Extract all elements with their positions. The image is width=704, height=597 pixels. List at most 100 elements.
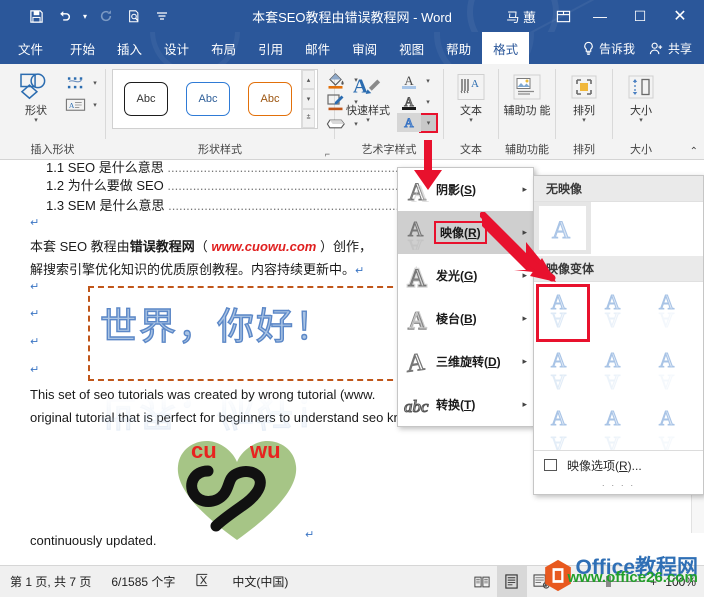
undo-dropdown-caret[interactable]: ▾: [78, 12, 92, 21]
maximize-button[interactable]: ☐: [620, 0, 660, 32]
tab-layout[interactable]: 布局: [200, 32, 247, 64]
share-button[interactable]: 共享: [643, 32, 704, 64]
text-fill-color-bar: [402, 86, 416, 89]
arrange-button[interactable]: 排列 ▾: [560, 68, 608, 124]
tab-references[interactable]: 引用: [247, 32, 294, 64]
save-icon[interactable]: [22, 3, 50, 29]
text-button[interactable]: A 文本 ▾: [448, 68, 494, 124]
wordart-textbox[interactable]: 世界，你好！ 世界，你好！: [88, 286, 413, 434]
draw-textbox-caret-icon[interactable]: ▾: [90, 101, 100, 109]
para-link[interactable]: www.cuowu.com: [211, 239, 316, 254]
arrange-label: 排列: [573, 105, 595, 117]
minimize-button[interactable]: —: [580, 0, 620, 32]
read-mode-button[interactable]: [467, 566, 497, 597]
print-preview-icon[interactable]: [120, 3, 148, 29]
zoom-out-button[interactable]: −: [561, 575, 568, 589]
user-account-name[interactable]: 马 蕙: [496, 7, 546, 26]
proofing-status-icon[interactable]: [185, 573, 222, 590]
size-button[interactable]: 大小 ▾: [617, 68, 665, 124]
reflection-variation-cell[interactable]: AA: [536, 342, 590, 400]
tell-me-button[interactable]: 告诉我: [574, 32, 643, 64]
reflection-variation-cell[interactable]: AA: [590, 342, 644, 400]
word-count[interactable]: 6/1585 个字: [101, 573, 185, 590]
accessibility-button[interactable]: 辅助功 能: [503, 68, 551, 117]
zoom-slider-thumb[interactable]: [605, 576, 611, 587]
tab-mailings[interactable]: 邮件: [294, 32, 341, 64]
reflection-options-item[interactable]: 映像选项(R)...: [534, 451, 703, 479]
text-effects-dropdown-caret[interactable]: ▾: [419, 112, 438, 133]
heart-logo-image[interactable]: cu wu: [172, 436, 302, 546]
tab-insert[interactable]: 插入: [106, 32, 153, 64]
size-caret-icon[interactable]: ▾: [639, 117, 643, 124]
reflection-variations-grid[interactable]: AA AA AA AA AA AA AA AA AA: [534, 282, 703, 458]
menu-resize-grip[interactable]: · · · ·: [534, 480, 703, 490]
reflection-variation-cell[interactable]: AA: [590, 284, 644, 342]
tab-format[interactable]: 格式: [482, 32, 530, 64]
customize-qat-icon[interactable]: [148, 3, 176, 29]
text-caret-icon[interactable]: ▾: [469, 117, 473, 124]
shapes-button[interactable]: 形状 ▾: [10, 68, 62, 124]
toc-line-1: 1.1 SEO 是什么意思 ..........................…: [46, 160, 435, 176]
tab-review[interactable]: 审阅: [341, 32, 388, 64]
text-fill-button[interactable]: A ▾: [397, 70, 436, 91]
no-reflection-cell[interactable]: A: [534, 202, 591, 254]
reflection-gallery-submenu[interactable]: 无映像 A 映像变体 AA AA AA AA AA AA AA A A A A …: [533, 175, 704, 495]
shape-styles-dialog-launcher[interactable]: ⌐: [325, 149, 330, 159]
shape-styles-gallery[interactable]: Abc Abc Abc ▴ ▾ ⩲: [112, 69, 318, 129]
shape-style-thumb[interactable]: Abc: [241, 75, 299, 123]
menu-item-3d-rotation[interactable]: A 三维旋转(D) ▸: [398, 340, 533, 383]
menu-item-shadow[interactable]: AA 阴影(S) ▸: [398, 168, 533, 211]
menu-item-reflection[interactable]: AA 映像(R) ▸: [398, 211, 533, 254]
menu-item-glow[interactable]: AA 发光(G) ▸: [398, 254, 533, 297]
tab-file[interactable]: 文件: [0, 32, 59, 64]
tab-view[interactable]: 视图: [388, 32, 435, 64]
text-effects-button[interactable]: A ▾: [397, 112, 438, 133]
close-button[interactable]: ✕: [660, 0, 700, 32]
quick-styles-button[interactable]: A 快速样式 ▾: [339, 68, 397, 124]
reflection-variation-cell[interactable]: AA: [536, 284, 590, 342]
gallery-scroll-up-icon[interactable]: ▴: [302, 70, 315, 90]
menu-item-bevel[interactable]: AA 棱台(B) ▸: [398, 297, 533, 340]
shape-style-thumb[interactable]: Abc: [179, 75, 237, 123]
zoom-in-button[interactable]: +: [650, 575, 657, 589]
gallery-more-icon[interactable]: ⩲: [302, 108, 315, 128]
paragraph-en-line-3: continuously updated.: [30, 533, 157, 548]
print-layout-button[interactable]: [496, 566, 527, 597]
language-indicator[interactable]: 中文(中国): [222, 573, 298, 590]
draw-textbox-button[interactable]: A ▾: [62, 94, 100, 116]
no-reflection-header: 无映像: [534, 176, 703, 202]
paragraph-cn-line-2: 解搜索引擎优化知识的优质原创教程。内容持续更新中。↵: [30, 259, 364, 278]
text-fill-caret-icon[interactable]: ▾: [421, 77, 435, 85]
shapes-caret-icon[interactable]: ▾: [34, 117, 38, 124]
collapse-ribbon-icon[interactable]: ⌃: [690, 146, 698, 157]
edit-shape-button[interactable]: ▾: [62, 72, 100, 94]
group-label-shape-styles: 形状样式: [198, 144, 242, 156]
menu-item-transform[interactable]: abc 转换(T) ▸: [398, 383, 533, 426]
undo-icon[interactable]: [50, 3, 78, 29]
svg-text:A: A: [353, 76, 368, 98]
zoom-slider[interactable]: [572, 576, 645, 587]
quick-styles-caret-icon[interactable]: ▾: [366, 117, 370, 124]
group-label-arrange: 排列: [573, 144, 595, 156]
text-effects-dropdown-menu[interactable]: AA 阴影(S) ▸ AA 映像(R) ▸ AA 发光(G) ▸ AA 棱台(B…: [397, 167, 534, 427]
reflection-variation-cell[interactable]: AA: [644, 284, 698, 342]
text-outline-button[interactable]: A ▾: [397, 91, 436, 112]
gallery-scroll-down-icon[interactable]: ▾: [302, 89, 315, 109]
toc-line-2: 1.2 为什么要做 SEO ..........................…: [46, 175, 420, 194]
gallery-scroll-buttons[interactable]: ▴ ▾ ⩲: [301, 70, 315, 128]
tab-design[interactable]: 设计: [153, 32, 200, 64]
shape-style-thumb[interactable]: Abc: [117, 75, 175, 123]
shape-style-preview: Abc: [248, 82, 292, 116]
tab-home[interactable]: 开始: [59, 32, 106, 64]
arrange-caret-icon[interactable]: ▾: [582, 117, 586, 124]
web-layout-button[interactable]: [527, 566, 557, 597]
ribbon-display-options-icon[interactable]: [546, 1, 580, 31]
submenu-arrow-icon: ▸: [522, 227, 527, 237]
ribbon-group-text: A 文本 ▾ 文本: [444, 64, 498, 160]
edit-shape-caret-icon[interactable]: ▾: [90, 79, 100, 87]
text-outline-caret-icon[interactable]: ▾: [421, 98, 435, 106]
reflection-variation-cell[interactable]: AA: [644, 342, 698, 400]
tab-help[interactable]: 帮助: [435, 32, 482, 64]
page-indicator[interactable]: 第 1 页, 共 7 页: [0, 573, 101, 590]
zoom-percentage[interactable]: 100%: [662, 575, 696, 589]
